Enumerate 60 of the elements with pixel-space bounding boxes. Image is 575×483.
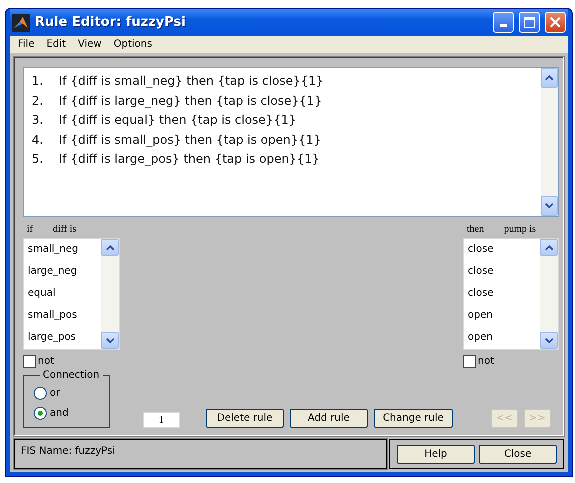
- scroll-up-icon[interactable]: [106, 244, 114, 250]
- list-item[interactable]: close: [464, 283, 540, 305]
- rule-button[interactable]: Change rule: [374, 409, 453, 428]
- minimize-button[interactable]: [493, 12, 514, 34]
- if-label: if: [27, 224, 34, 234]
- close-button[interactable]: [545, 12, 566, 34]
- list-item[interactable]: open: [464, 305, 540, 327]
- rule-text[interactable]: If {diff is large_neg} then {tap is close}{1}: [59, 92, 322, 111]
- rule-text[interactable]: If {diff is small_neg} then {tap is close}{1}: [59, 72, 324, 92]
- menu-item[interactable]: File: [12, 39, 41, 50]
- list-item[interactable]: small_pos: [24, 305, 101, 327]
- not-checkbox[interactable]: [23, 355, 36, 368]
- radio-button[interactable]: [34, 386, 47, 400]
- rule-button[interactable]: Delete rule: [206, 409, 284, 428]
- list-item[interactable]: open: [464, 327, 540, 349]
- rule-number: 1.: [32, 73, 44, 90]
- group-title: Connection: [42, 370, 101, 381]
- weight-field[interactable]: 1: [143, 412, 180, 428]
- menu-item[interactable]: Edit: [40, 39, 72, 50]
- rule-text[interactable]: If {diff is equal} then {tap is close}{1}: [59, 111, 296, 130]
- scrollbar[interactable]: [101, 239, 119, 349]
- rule-text[interactable]: If {diff is large_pos} then {tap is open}{1}: [59, 150, 320, 170]
- rule-number: 3.: [32, 112, 44, 129]
- rule-number: 5.: [32, 151, 44, 168]
- radio-label: and: [50, 408, 69, 418]
- scroll-up-icon[interactable]: [545, 75, 554, 81]
- radio-label: or: [50, 388, 60, 398]
- not-checkbox[interactable]: [463, 355, 476, 368]
- list-item[interactable]: close: [464, 239, 540, 261]
- list-item[interactable]: small_neg: [24, 239, 101, 261]
- list-item[interactable]: close: [464, 261, 540, 283]
- maximize-icon: [524, 17, 535, 28]
- rule-button[interactable]: Add rule: [290, 409, 368, 428]
- window-title: Rule Editor: fuzzyPsi: [35, 15, 187, 30]
- scroll-down-icon[interactable]: [545, 203, 554, 209]
- then-label: then: [467, 224, 484, 234]
- variable-label: diff is: [53, 224, 77, 234]
- status-text: FIS Name: fuzzyPsi: [14, 439, 387, 469]
- radio-button[interactable]: [34, 406, 47, 420]
- list-item[interactable]: equal: [24, 283, 101, 305]
- checkbox-label: not: [478, 356, 494, 367]
- footer-button[interactable]: Close: [479, 444, 557, 464]
- menu-item[interactable]: Options: [108, 39, 158, 50]
- scrollbar[interactable]: [541, 68, 558, 216]
- scroll-down-icon[interactable]: [106, 338, 114, 344]
- checkbox-label: not: [38, 356, 54, 367]
- maximize-button[interactable]: [519, 12, 540, 34]
- menu-item[interactable]: View: [72, 39, 108, 50]
- rule-number: 4.: [32, 132, 44, 148]
- footer-button[interactable]: Help: [397, 444, 475, 464]
- close-icon: [550, 17, 561, 28]
- variable-label: pump is: [504, 224, 536, 234]
- scroll-down-icon[interactable]: [544, 338, 554, 344]
- rule-text[interactable]: If {diff is small_pos} then {tap is open}{1}: [59, 130, 322, 150]
- scroll-up-icon[interactable]: [544, 244, 554, 250]
- list-item[interactable]: large_pos: [24, 327, 101, 349]
- list-item[interactable]: large_neg: [24, 261, 101, 283]
- app-icon: [12, 14, 30, 32]
- rule-number: 2.: [32, 92, 44, 110]
- scrollbar[interactable]: [540, 239, 558, 349]
